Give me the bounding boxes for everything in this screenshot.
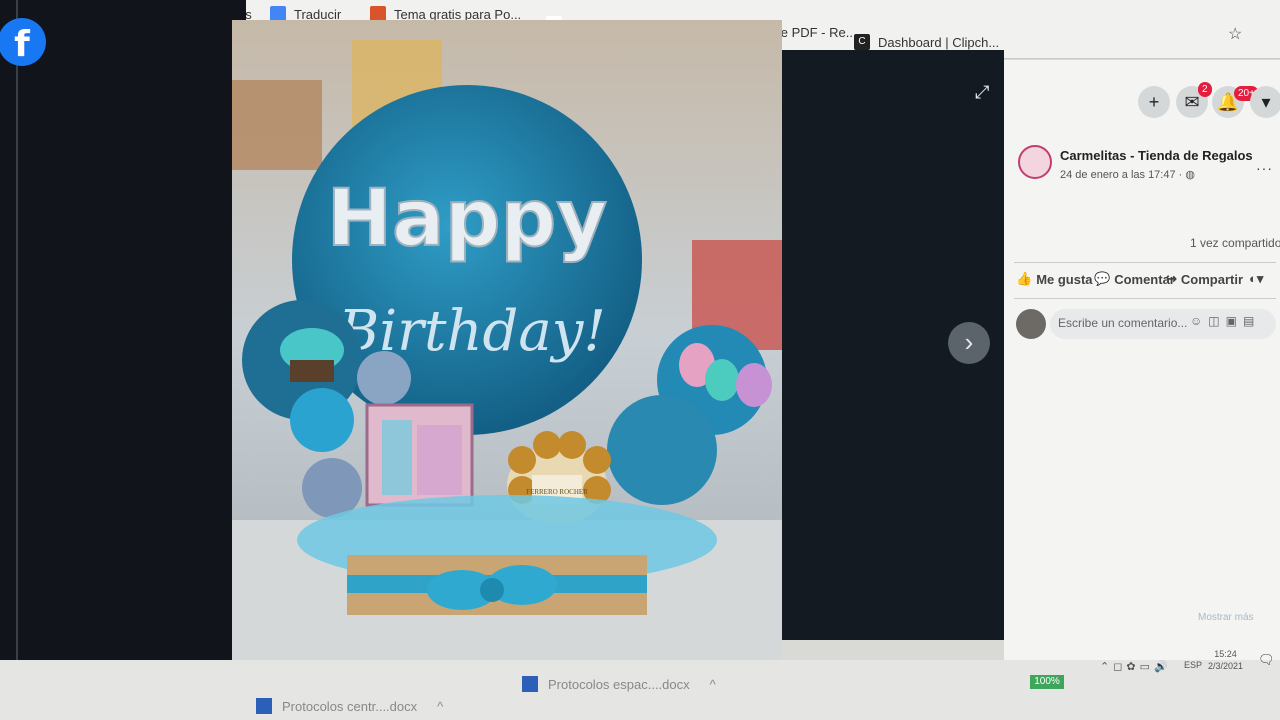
- clock-date: 2/3/2021: [1208, 661, 1244, 671]
- next-photo-button[interactable]: ›: [948, 322, 990, 364]
- sticker-icon[interactable]: ▤: [1243, 314, 1260, 328]
- gif-icon[interactable]: ▣: [1226, 314, 1243, 328]
- post-timestamp[interactable]: 24 de enero a las 17:47 · ◍: [1060, 168, 1195, 181]
- comment-button[interactable]: 💬 Comentar: [1094, 271, 1175, 287]
- thumbs-up-icon: 👍: [1016, 271, 1033, 286]
- taskbar-doc-1[interactable]: Protocolos centr....docx ^: [256, 698, 443, 714]
- page-avatar[interactable]: [1018, 145, 1052, 179]
- left-panel: [0, 0, 246, 700]
- show-more-link[interactable]: Mostrar más: [1198, 612, 1254, 623]
- clock-time: 15:24: [1214, 649, 1237, 659]
- user-avatar[interactable]: [1016, 309, 1046, 339]
- share-count[interactable]: 1 vez compartido: [1190, 236, 1280, 250]
- post-time-text: 24 de enero a las 17:47 ·: [1060, 169, 1183, 181]
- emoji-icon[interactable]: ☺: [1190, 314, 1208, 328]
- messenger-icon: ✉: [1184, 92, 1200, 112]
- create-button[interactable]: +: [1138, 86, 1170, 118]
- bookmark-clipchamp[interactable]: C Dashboard | Clipch...: [854, 34, 999, 50]
- balloon-happy-text: Happy: [327, 174, 607, 264]
- chocolate-label: FERRERO ROCHER: [526, 488, 588, 496]
- star-icon[interactable]: ☆: [1228, 24, 1242, 44]
- comment-icon: 💬: [1094, 271, 1111, 286]
- word-icon: [522, 676, 538, 692]
- chevron-right-icon: ›: [964, 327, 974, 357]
- chevron-up-icon: ^: [709, 676, 716, 692]
- divider: [1014, 262, 1276, 263]
- like-button[interactable]: 👍 Me gusta: [1016, 271, 1093, 287]
- divider: [1014, 298, 1276, 299]
- plus-icon: +: [1148, 92, 1160, 112]
- facebook-logo-icon[interactable]: f: [0, 18, 46, 66]
- taskbar-doc-2[interactable]: Protocolos espac....docx ^: [522, 676, 716, 692]
- comment-placeholder: Escribe un comentario...: [1058, 316, 1188, 330]
- camera-icon[interactable]: ◫: [1208, 314, 1225, 328]
- comment-tools[interactable]: ☺◫▣▤: [1190, 314, 1260, 328]
- left-divider: [16, 0, 18, 700]
- audience-icon: ◐▾: [1249, 271, 1264, 286]
- notification-center-icon[interactable]: 🗨: [1258, 652, 1275, 668]
- more-options-icon[interactable]: ···: [1256, 160, 1273, 176]
- page-name-link[interactable]: Carmelitas - Tienda de Regalos: [1060, 148, 1253, 163]
- share-button[interactable]: ↪ Compartir ◐▾: [1166, 271, 1267, 287]
- chevron-up-icon: ^: [437, 698, 444, 714]
- account-menu-button[interactable]: ▾: [1250, 86, 1280, 118]
- post-photo[interactable]: Happy Birthday! FERRERO ROCHER: [232, 20, 782, 660]
- paper-fan-bottom: [607, 395, 717, 505]
- zoom-level[interactable]: 100%: [1030, 675, 1064, 689]
- expand-icon[interactable]: ⤢: [975, 82, 997, 104]
- chevron-down-icon: ▾: [1261, 92, 1271, 112]
- share-icon: ↪: [1166, 271, 1177, 286]
- gift-basket-illustration: Happy Birthday! FERRERO ROCHER: [232, 20, 782, 660]
- word-icon: [256, 698, 272, 714]
- language-indicator[interactable]: ESP: [1184, 660, 1202, 670]
- clipchamp-icon: C: [854, 34, 870, 50]
- globe-icon: ◍: [1185, 169, 1195, 181]
- clock[interactable]: 15:24 2/3/2021: [1208, 648, 1243, 672]
- system-tray-icons[interactable]: ⌃◻✿▭🔊: [1100, 660, 1172, 673]
- messenger-badge: 2: [1198, 82, 1212, 97]
